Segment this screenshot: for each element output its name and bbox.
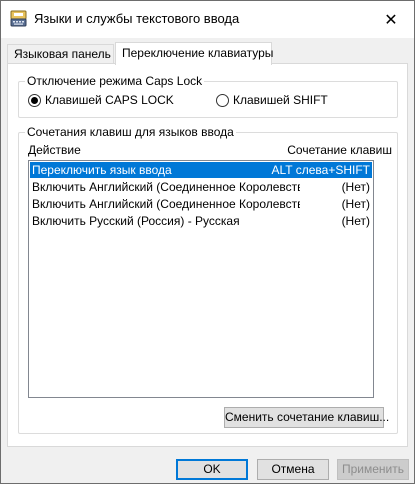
- list-item-keys: ALT слева+SHIFT: [271, 163, 371, 177]
- change-hotkey-button[interactable]: Сменить сочетание клавиш...: [224, 407, 389, 428]
- tab-keyboard-switch[interactable]: Переключение клавиатуры: [115, 42, 273, 65]
- caps-lock-group-title: Отключение режима Caps Lock: [25, 74, 205, 88]
- radio-shift-label: Клавишей SHIFT: [233, 93, 328, 107]
- list-item-action: Включить Английский (Соединенное Королев…: [32, 197, 300, 211]
- list-item-action: Переключить язык ввода: [32, 163, 172, 177]
- cancel-button[interactable]: Отмена: [257, 459, 329, 480]
- radio-caps-lock-label: Клавишей CAPS LOCK: [45, 93, 174, 107]
- radio-caps-lock[interactable]: Клавишей CAPS LOCK: [28, 93, 174, 107]
- hotkeys-group: Сочетания клавиш для языков ввода Действ…: [18, 125, 398, 434]
- hotkeys-group-title: Сочетания клавиш для языков ввода: [25, 125, 236, 139]
- list-item-action: Включить Русский (Россия) - Русская: [32, 214, 240, 228]
- tab-language-bar[interactable]: Языковая панель: [7, 44, 114, 63]
- tab-panel: Отключение режима Caps Lock Клавишей CAP…: [7, 63, 408, 447]
- list-item[interactable]: Переключить язык ввода ALT слева+SHIFT: [30, 162, 372, 178]
- keyboard-language-icon: [10, 10, 27, 27]
- ok-button[interactable]: OK: [176, 459, 248, 480]
- window-title: Языки и службы текстового ввода: [34, 11, 240, 26]
- dialog-window: Языки и службы текстового ввода ✕ Языков…: [0, 0, 415, 484]
- close-button[interactable]: ✕: [368, 1, 414, 38]
- list-item-keys: (Нет): [341, 180, 370, 194]
- list-item[interactable]: Включить Английский (Соединенное Королев…: [30, 196, 372, 212]
- hotkeys-list[interactable]: Переключить язык ввода ALT слева+SHIFT В…: [28, 160, 374, 398]
- radio-shift[interactable]: Клавишей SHIFT: [216, 93, 328, 107]
- caps-lock-group: Отключение режима Caps Lock Клавишей CAP…: [18, 74, 398, 118]
- column-header-keys: Сочетание клавиш: [287, 143, 392, 157]
- list-item-action: Включить Английский (Соединенное Королев…: [32, 180, 300, 194]
- list-item[interactable]: Включить Русский (Россия) - Русская (Нет…: [30, 213, 372, 229]
- title-bar: Языки и службы текстового ввода ✕: [1, 1, 414, 38]
- radio-unchecked-icon: [216, 93, 229, 107]
- apply-button[interactable]: Применить: [337, 459, 409, 480]
- list-item[interactable]: Включить Английский (Соединенное Королев…: [30, 179, 372, 195]
- list-item-keys: (Нет): [341, 197, 370, 211]
- radio-checked-icon: [28, 93, 41, 107]
- list-item-keys: (Нет): [341, 214, 370, 228]
- column-header-action: Действие: [28, 143, 81, 157]
- close-icon: ✕: [384, 11, 398, 29]
